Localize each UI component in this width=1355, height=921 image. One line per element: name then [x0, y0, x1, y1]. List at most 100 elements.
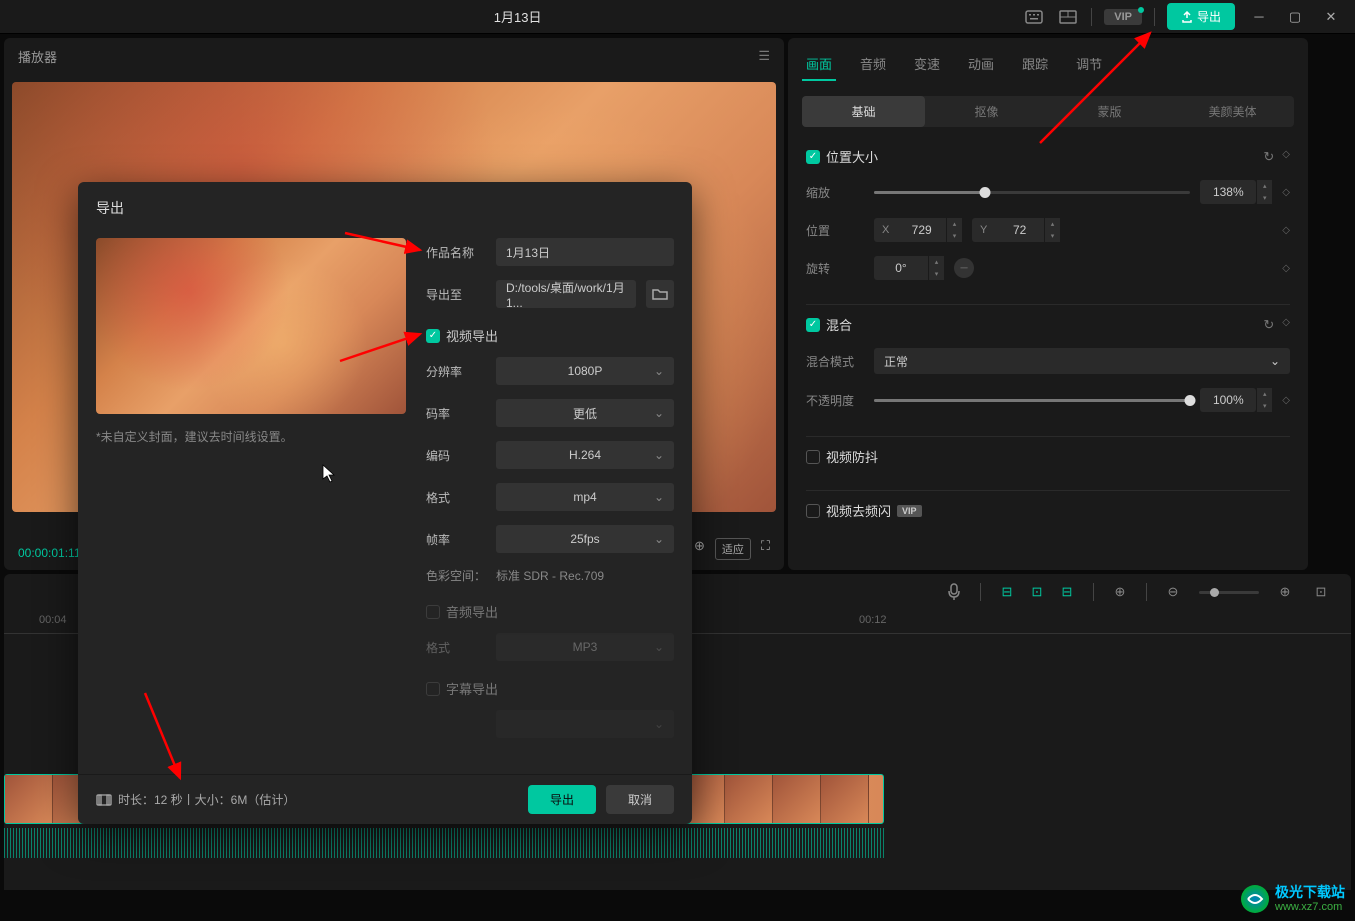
- keyframe-icon[interactable]: ◇: [1282, 149, 1290, 165]
- resolution-select[interactable]: 1080P: [496, 357, 674, 385]
- zoom-icon[interactable]: ⊕: [694, 538, 705, 560]
- blend-section: 混合 ↻ ◇ 混合模式 正常⌄ 不透明度 100%: [788, 305, 1308, 436]
- footer-info: 时长：12 秒丨大小：6M（估计）: [96, 791, 295, 808]
- position-label: 位置: [806, 222, 864, 239]
- tab-animation[interactable]: 动画: [964, 48, 998, 81]
- video-export-checkbox[interactable]: [426, 329, 440, 343]
- blend-mode-select[interactable]: 正常⌄: [874, 348, 1290, 374]
- adapt-button[interactable]: 适应: [715, 538, 751, 560]
- subtitle-export-label: 字幕导出: [446, 679, 498, 698]
- dialog-thumbnail: [96, 238, 406, 414]
- audio-export-checkbox[interactable]: [426, 605, 440, 619]
- watermark: 极光下载站 www.xz7.com: [1241, 885, 1345, 913]
- deflicker-checkbox[interactable]: [806, 504, 820, 518]
- ruler-mark: 00:04: [39, 614, 67, 626]
- project-title: 1月13日: [12, 7, 1023, 26]
- audio-export-label: 音频导出: [446, 602, 498, 621]
- minimize-button[interactable]: ─: [1247, 5, 1271, 29]
- watermark-logo-icon: [1241, 885, 1269, 913]
- video-export-label: 视频导出: [446, 326, 498, 345]
- mic-icon[interactable]: [944, 582, 964, 602]
- zoom-out-icon[interactable]: ⊖: [1163, 582, 1183, 602]
- resolution-label: 分辨率: [426, 363, 486, 380]
- rotate-input[interactable]: 0° ▴▾: [874, 256, 944, 280]
- position-size-title: 位置大小: [826, 147, 878, 166]
- menu-icon[interactable]: ☰: [758, 48, 770, 64]
- scale-slider[interactable]: [874, 191, 1190, 194]
- position-keyframe[interactable]: ◇: [1282, 225, 1290, 236]
- tab-audio[interactable]: 音频: [856, 48, 890, 81]
- opacity-label: 不透明度: [806, 392, 864, 409]
- keyboard-icon[interactable]: [1023, 6, 1045, 28]
- stabilize-checkbox[interactable]: [806, 450, 820, 464]
- opacity-keyframe[interactable]: ◇: [1282, 395, 1290, 406]
- maximize-button[interactable]: ▢: [1283, 5, 1307, 29]
- topbar: 1月13日 VIP 导出 ─ ▢ ✕: [0, 0, 1355, 34]
- snap2-icon[interactable]: ⊡: [1027, 582, 1047, 602]
- position-size-section: 位置大小 ↻ ◇ 缩放 138% ▴▾ ◇ 位置: [788, 137, 1308, 304]
- fit-icon[interactable]: ⊡: [1311, 582, 1331, 602]
- properties-panel: 画面 音频 变速 动画 跟踪 调节 基础 抠像 蒙版 美颜美体 位置大小 ↻ ◇: [788, 38, 1308, 570]
- position-x-input[interactable]: X729 ▴▾: [874, 218, 962, 242]
- subtab-mask[interactable]: 蒙版: [1048, 96, 1171, 127]
- time-display: 00:00:01:11: [18, 546, 81, 560]
- zoom-in-icon[interactable]: ⊕: [1275, 582, 1295, 602]
- dialog-cancel-button[interactable]: 取消: [606, 785, 674, 814]
- scale-value[interactable]: 138%: [1200, 180, 1256, 204]
- scale-down[interactable]: ▾: [1256, 192, 1272, 204]
- dialog-export-button[interactable]: 导出: [528, 785, 596, 814]
- tab-speed[interactable]: 变速: [910, 48, 944, 81]
- subtitle-export-checkbox[interactable]: [426, 682, 440, 696]
- opacity-slider[interactable]: [874, 399, 1190, 402]
- tab-adjust[interactable]: 调节: [1072, 48, 1106, 81]
- dialog-hint: *未自定义封面，建议去时间线设置。: [96, 428, 406, 445]
- bitrate-select[interactable]: 更低: [496, 399, 674, 427]
- stabilize-section: 视频防抖: [788, 437, 1308, 490]
- blend-checkbox[interactable]: [806, 318, 820, 332]
- snap3-icon[interactable]: ⊟: [1057, 582, 1077, 602]
- subtab-basic[interactable]: 基础: [802, 96, 925, 127]
- subtitle-export-section: 字幕导出: [426, 679, 674, 698]
- position-y-input[interactable]: Y72 ▴▾: [972, 218, 1060, 242]
- format-label: 格式: [426, 489, 486, 506]
- subtab-cutout[interactable]: 抠像: [925, 96, 1048, 127]
- path-input[interactable]: D:/tools/桌面/work/1月1...: [496, 280, 636, 308]
- format-select[interactable]: mp4: [496, 483, 674, 511]
- position-size-checkbox[interactable]: [806, 150, 820, 164]
- name-input[interactable]: 1月13日: [496, 238, 674, 266]
- dialog-preview: *未自定义封面，建议去时间线设置。: [96, 238, 406, 752]
- opacity-value[interactable]: 100%: [1200, 388, 1256, 412]
- audio-format-label: 格式: [426, 639, 486, 656]
- vip-badge[interactable]: VIP: [1104, 9, 1142, 25]
- subtab-beauty[interactable]: 美颜美体: [1171, 96, 1294, 127]
- codec-label: 编码: [426, 447, 486, 464]
- colorspace-label: 色彩空间：: [426, 567, 486, 584]
- fps-select[interactable]: 25fps: [496, 525, 674, 553]
- export-dialog: 导出 *未自定义封面，建议去时间线设置。 作品名称 1月13日 导出至 D:/t…: [78, 182, 692, 824]
- layout-icon[interactable]: [1057, 6, 1079, 28]
- deflicker-label: 视频去频闪: [826, 501, 891, 520]
- rotate-keyframe[interactable]: ◇: [1282, 263, 1290, 274]
- reset-icon[interactable]: ↻: [1263, 149, 1274, 165]
- close-button[interactable]: ✕: [1319, 5, 1343, 29]
- fps-label: 帧率: [426, 531, 486, 548]
- tab-visual[interactable]: 画面: [802, 48, 836, 81]
- export-button[interactable]: 导出: [1167, 3, 1235, 30]
- snap1-icon[interactable]: ⊟: [997, 582, 1017, 602]
- codec-select[interactable]: H.264: [496, 441, 674, 469]
- rotate-dial[interactable]: ─: [954, 258, 974, 278]
- link-icon[interactable]: ⊕: [1110, 582, 1130, 602]
- zoom-slider[interactable]: [1199, 591, 1259, 594]
- bitrate-label: 码率: [426, 405, 486, 422]
- audio-track[interactable]: [4, 828, 884, 858]
- property-tabs: 画面 音频 变速 动画 跟踪 调节: [788, 38, 1308, 82]
- folder-button[interactable]: [646, 280, 674, 308]
- scale-up[interactable]: ▴: [1256, 180, 1272, 192]
- blend-keyframe-icon[interactable]: ◇: [1282, 317, 1290, 333]
- scale-keyframe[interactable]: ◇: [1282, 187, 1290, 198]
- blend-reset-icon[interactable]: ↻: [1263, 317, 1274, 333]
- tab-tracking[interactable]: 跟踪: [1018, 48, 1052, 81]
- export-button-label: 导出: [1197, 8, 1221, 25]
- fullscreen-icon[interactable]: ⛶: [761, 538, 770, 560]
- watermark-url: www.xz7.com: [1275, 901, 1345, 913]
